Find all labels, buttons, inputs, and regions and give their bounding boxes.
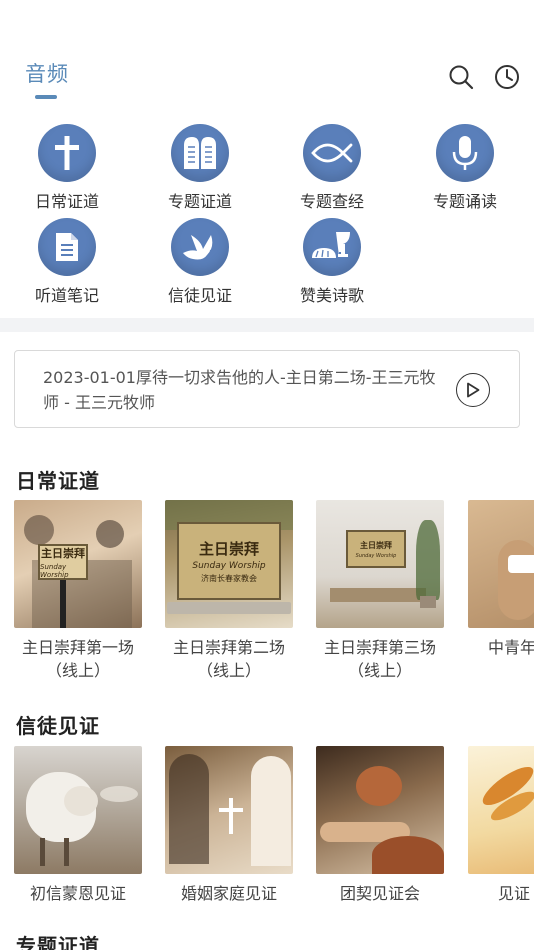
tab-audio[interactable]: 音频 bbox=[25, 58, 69, 88]
item-title: 见证 bbox=[498, 884, 531, 903]
list-item[interactable]: 主日崇拜 Sunday Worship 主日崇拜第一场 （线上） bbox=[14, 500, 142, 680]
thumbnail: 主日崇拜 Sunday Worship bbox=[14, 500, 142, 628]
thumbnail bbox=[316, 746, 444, 874]
clock-icon[interactable] bbox=[492, 62, 522, 92]
category-label: 专题查经 bbox=[299, 192, 364, 211]
item-title: 主日崇拜第二场 （线上） bbox=[172, 638, 285, 680]
thumbnail bbox=[165, 746, 293, 874]
category-label: 日常证道 bbox=[34, 192, 99, 211]
active-tab-indicator bbox=[35, 95, 57, 99]
list-item[interactable]: 团契见证会 bbox=[316, 746, 444, 905]
thumbnail: 主日崇拜 Sunday Worship bbox=[316, 500, 444, 628]
category-label: 专题证道 bbox=[167, 192, 232, 211]
list-item[interactable]: 主日崇拜 Sunday Worship 济南长春家教会 主日崇拜第二场 （线上） bbox=[165, 500, 293, 680]
fish-icon bbox=[303, 124, 361, 182]
cross-icon bbox=[38, 124, 96, 182]
thumbnail bbox=[468, 500, 534, 628]
category-sermon-notes[interactable]: 听道笔记 bbox=[7, 218, 127, 306]
category-hymns[interactable]: 赞美诗歌 bbox=[272, 218, 392, 306]
section-title-testimony: 信徒见证 bbox=[16, 714, 100, 738]
bread-cup-icon bbox=[303, 218, 361, 276]
category-label: 听道笔记 bbox=[34, 286, 99, 305]
category-topic-reading[interactable]: 专题诵读 bbox=[405, 124, 525, 212]
category-grid: 日常证道 专题证道 专题查经 专题诵读 听道笔记 信徒见证 赞美诗歌 bbox=[0, 120, 534, 310]
thumbnail bbox=[14, 746, 142, 874]
now-playing-bar[interactable]: 2023-01-01厚待一切求告他的人-主日第二场-王三元牧师 - 王三元牧师 bbox=[14, 350, 520, 428]
item-title: 主日崇拜第三场 （线上） bbox=[323, 638, 436, 680]
daily-sermon-row: 主日崇拜 Sunday Worship 主日崇拜第一场 （线上） 主日崇拜 Su… bbox=[14, 500, 534, 680]
section-divider bbox=[0, 318, 534, 332]
category-label: 专题诵读 bbox=[432, 192, 497, 211]
section-title-daily-sermon: 日常证道 bbox=[16, 469, 100, 493]
category-daily-sermon[interactable]: 日常证道 bbox=[7, 124, 127, 212]
list-item[interactable]: 主日崇拜 Sunday Worship 主日崇拜第三场 （线上） bbox=[316, 500, 444, 680]
document-icon bbox=[38, 218, 96, 276]
category-testimony[interactable]: 信徒见证 bbox=[140, 218, 260, 306]
microphone-icon bbox=[436, 124, 494, 182]
tablets-icon bbox=[171, 124, 229, 182]
list-item[interactable]: 婚姻家庭见证 bbox=[165, 746, 293, 905]
now-playing-title: 2023-01-01厚待一切求告他的人-主日第二场-王三元牧师 - 王三元牧师 bbox=[43, 368, 436, 412]
category-label: 赞美诗歌 bbox=[299, 286, 364, 305]
section-title-topic-sermon: 专题证道 bbox=[16, 934, 100, 950]
item-title: 初信蒙恩见证 bbox=[29, 884, 126, 903]
dove-icon bbox=[171, 218, 229, 276]
testimony-row: 初信蒙恩见证 婚姻家庭见证 团契见证会 见证 bbox=[14, 746, 534, 926]
item-title: 婚姻家庭见证 bbox=[180, 884, 277, 903]
category-label: 信徒见证 bbox=[167, 286, 232, 305]
item-title: 团契见证会 bbox=[339, 884, 420, 903]
item-title: 主日崇拜第一场 （线上） bbox=[21, 638, 134, 680]
app-header: 音频 bbox=[0, 0, 534, 110]
list-item[interactable]: 见证 bbox=[468, 746, 534, 905]
play-circle-icon[interactable] bbox=[456, 373, 490, 407]
item-title: 中青年 bbox=[488, 638, 534, 657]
list-item[interactable]: 初信蒙恩见证 bbox=[14, 746, 142, 905]
thumbnail bbox=[468, 746, 534, 874]
thumbnail: 主日崇拜 Sunday Worship 济南长春家教会 bbox=[165, 500, 293, 628]
category-topic-bible-study[interactable]: 专题查经 bbox=[272, 124, 392, 212]
category-topic-sermon[interactable]: 专题证道 bbox=[140, 124, 260, 212]
list-item[interactable]: 中青年 bbox=[468, 500, 534, 659]
search-icon[interactable] bbox=[446, 62, 476, 92]
